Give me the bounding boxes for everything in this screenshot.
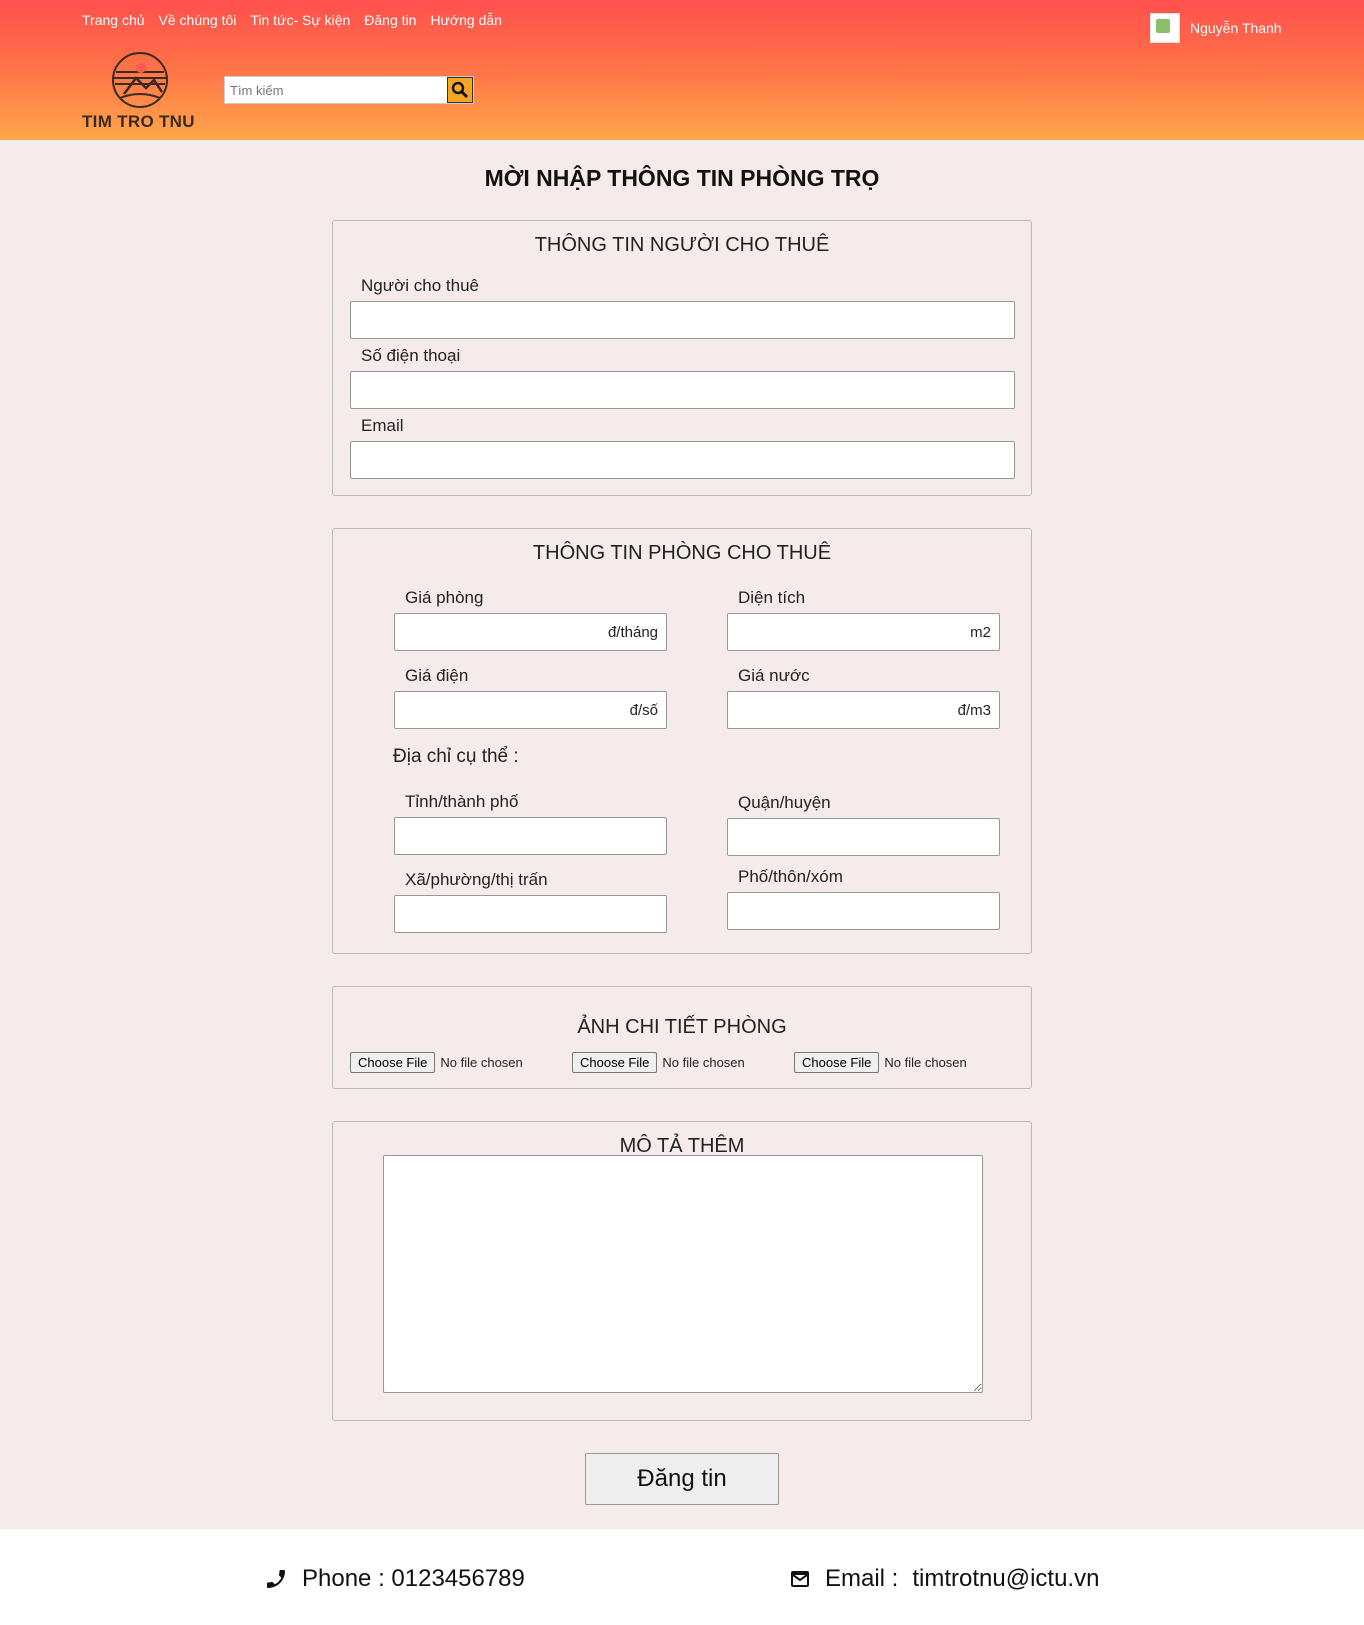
nav-home[interactable]: Trang chủ <box>82 12 145 28</box>
email-field[interactable] <box>350 441 1015 479</box>
phone-label: Số điện thoại <box>361 346 461 365</box>
water-label: Giá nước <box>738 666 810 685</box>
footer-phone: Phone : 0123456789 <box>264 1565 525 1593</box>
logo-text: TIM TRO TNU <box>82 112 195 131</box>
site-logo[interactable]: TIM TRO TNU <box>82 50 202 131</box>
envelope-icon <box>791 1571 809 1587</box>
choose-file-button-2[interactable]: Choose File <box>572 1052 658 1073</box>
logo-emblem-icon <box>112 52 168 108</box>
landlord-name-label: Người cho thuê <box>361 276 479 295</box>
ward-field[interactable] <box>394 895 667 933</box>
email-label: Email <box>361 416 404 435</box>
landlord-info-section: THÔNG TIN NGƯỜI CHO THUÊ Người cho thuê … <box>332 220 1032 496</box>
district-field[interactable] <box>727 818 1000 856</box>
footer-phone-text: Phone : 0123456789 <box>302 1565 525 1592</box>
search-input[interactable] <box>225 77 447 103</box>
file-input-1: Choose File No file chosen <box>350 1052 523 1073</box>
search-button[interactable] <box>447 77 473 103</box>
area-unit: m2 <box>970 623 991 641</box>
province-label: Tỉnh/thành phố <box>405 792 519 811</box>
landlord-name-field[interactable] <box>350 301 1015 339</box>
photos-legend: ẢNH CHI TIẾT PHÒNG <box>577 1016 787 1038</box>
file-status-2: No file chosen <box>662 1055 745 1070</box>
header: Trang chủ Về chúng tôi Tin tức- Sự kiện … <box>0 0 1364 140</box>
address-label: Địa chỉ cụ thể : <box>393 746 519 767</box>
footer-email-link[interactable]: timtrotnu@ictu.vn <box>912 1565 1099 1593</box>
footer: Phone : 0123456789 Email : timtrotnu@ict… <box>0 1529 1364 1625</box>
search-box <box>224 76 474 104</box>
phone-field[interactable] <box>350 371 1015 409</box>
choose-file-button-1[interactable]: Choose File <box>350 1052 436 1073</box>
description-textarea[interactable] <box>383 1155 983 1393</box>
district-label: Quận/huyện <box>738 793 831 812</box>
price-unit: đ/tháng <box>607 623 658 641</box>
area-label: Diện tích <box>738 588 806 607</box>
avatar[interactable] <box>1150 13 1180 43</box>
nav-guide[interactable]: Hướng dẫn <box>430 12 501 28</box>
province-field[interactable] <box>394 817 667 855</box>
top-nav: Trang chủ Về chúng tôi Tin tức- Sự kiện … <box>82 12 502 28</box>
landlord-legend: THÔNG TIN NGƯỜI CHO THUÊ <box>534 234 830 256</box>
nav-news[interactable]: Tin tức- Sự kiện <box>250 12 350 28</box>
phone-icon <box>267 1570 285 1588</box>
username[interactable]: Nguyễn Thanh <box>1190 20 1282 36</box>
area-field[interactable]: m2 <box>727 613 1000 651</box>
price-label: Giá phòng <box>405 588 484 607</box>
file-input-2: Choose File No file chosen <box>572 1052 745 1073</box>
user-menu[interactable]: Nguyễn Thanh <box>1150 13 1282 43</box>
nav-about[interactable]: Về chúng tôi <box>159 12 237 28</box>
street-label: Phố/thôn/xóm <box>738 867 843 886</box>
ward-label: Xã/phường/thị trấn <box>405 870 548 889</box>
room-legend: THÔNG TIN PHÒNG CHO THUÊ <box>532 542 832 564</box>
water-field[interactable]: đ/m3 <box>727 691 1000 729</box>
file-status-3: No file chosen <box>884 1055 967 1070</box>
electric-field[interactable]: đ/số <box>394 691 667 729</box>
electric-unit: đ/số <box>629 701 658 719</box>
street-field[interactable] <box>727 892 1000 930</box>
electric-label: Giá điện <box>405 666 469 685</box>
footer-email-label: Email : <box>825 1565 899 1592</box>
file-status-1: No file chosen <box>440 1055 523 1070</box>
choose-file-button-3[interactable]: Choose File <box>794 1052 880 1073</box>
water-unit: đ/m3 <box>957 701 991 719</box>
photos-section: ẢNH CHI TIẾT PHÒNG Choose File No file c… <box>332 986 1032 1089</box>
submit-post-button[interactable]: Đăng tin <box>585 1453 779 1505</box>
room-info-section: THÔNG TIN PHÒNG CHO THUÊ Giá phòng đ/thá… <box>332 528 1032 954</box>
price-field[interactable]: đ/tháng <box>394 613 667 651</box>
nav-post[interactable]: Đăng tin <box>364 12 416 28</box>
file-input-3: Choose File No file chosen <box>794 1052 967 1073</box>
page-title: MỜI NHẬP THÔNG TIN PHÒNG TRỌ <box>484 165 880 191</box>
description-section: MÔ TẢ THÊM <box>332 1121 1032 1421</box>
search-icon <box>451 81 469 99</box>
footer-email: Email : timtrotnu@ictu.vn <box>789 1565 1099 1593</box>
